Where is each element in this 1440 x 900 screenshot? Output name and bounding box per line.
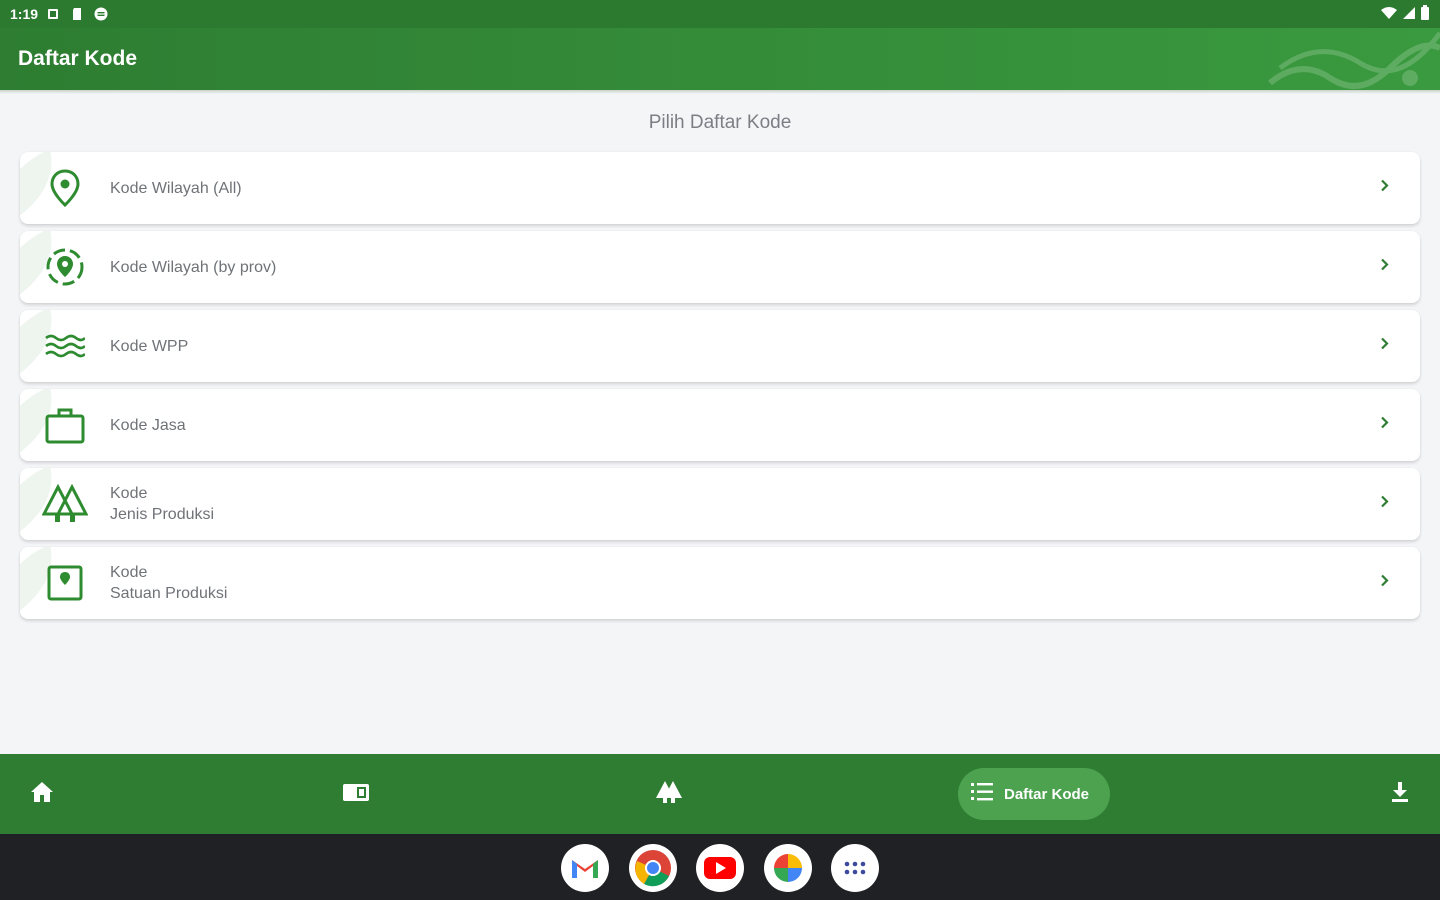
photos-icon[interactable] xyxy=(764,844,812,892)
app-drawer-icon[interactable] xyxy=(831,844,879,892)
chrome-icon[interactable] xyxy=(629,844,677,892)
chevron-right-icon xyxy=(1380,337,1390,356)
nav-forest[interactable] xyxy=(639,754,699,834)
nav-home[interactable] xyxy=(12,754,72,834)
list-item-label: Kode Jasa xyxy=(110,416,186,434)
unit-box-icon xyxy=(20,565,110,601)
map-icon xyxy=(342,781,370,808)
sd-card-icon xyxy=(70,7,84,21)
gmail-icon[interactable] xyxy=(561,844,609,892)
wifi-icon xyxy=(1380,6,1398,23)
vpn-icon xyxy=(94,7,108,21)
app-bar-shadow xyxy=(0,90,1440,94)
status-time: 1:19 xyxy=(10,6,39,22)
list-item-kode-wilayah-all[interactable]: Kode Wilayah (All) xyxy=(20,152,1420,224)
location-search-icon xyxy=(20,247,110,287)
signal-icon xyxy=(1402,6,1416,23)
youtube-icon[interactable] xyxy=(696,844,744,892)
nav-daftar-kode-label: Daftar Kode xyxy=(1004,785,1090,803)
bottom-navigation: Daftar Kode xyxy=(0,754,1440,834)
section-title: Pilih Daftar Kode xyxy=(648,112,792,133)
list-item-label: Kode Wilayah (by prov) xyxy=(110,258,277,276)
nav-download[interactable] xyxy=(1370,754,1430,834)
list-item-kode-jenis-produksi[interactable]: Kode Jenis Produksi xyxy=(20,468,1420,540)
list-item-kode-wilayah-prov[interactable]: Kode Wilayah (by prov) xyxy=(20,231,1420,303)
chevron-right-icon xyxy=(1380,258,1390,277)
header-pattern-decoration xyxy=(1268,31,1440,89)
nav-map[interactable] xyxy=(326,754,386,834)
list-item-kode-jasa[interactable]: Kode Jasa xyxy=(20,389,1420,461)
chevron-right-icon xyxy=(1380,416,1390,435)
status-bar: 1:19 xyxy=(0,0,1440,28)
forest-icon xyxy=(20,484,110,524)
home-icon xyxy=(30,781,54,808)
list-item-label: Kode WPP xyxy=(110,337,189,355)
page-title: Daftar Kode xyxy=(18,47,138,70)
nav-daftar-kode[interactable]: Daftar Kode xyxy=(958,768,1110,820)
list-icon xyxy=(970,781,994,808)
list-item-kode-satuan-produksi[interactable]: Kode Satuan Produksi xyxy=(20,547,1420,619)
app-bar: Daftar Kode xyxy=(0,28,1440,90)
waves-icon xyxy=(20,334,110,358)
code-list: Kode Wilayah (All) Kode Wilayah (by prov… xyxy=(20,152,1420,626)
chevron-right-icon xyxy=(1380,495,1390,514)
list-item-kode-wpp[interactable]: Kode WPP xyxy=(20,310,1420,382)
taskbar xyxy=(0,834,1440,900)
chevron-right-icon xyxy=(1380,179,1390,198)
list-item-label: Kode Jenis Produksi xyxy=(110,485,215,523)
notification-icon xyxy=(46,7,60,21)
battery-icon xyxy=(1420,4,1430,24)
location-pin-icon xyxy=(20,169,110,207)
list-item-label: Kode Satuan Produksi xyxy=(110,564,228,602)
briefcase-icon xyxy=(20,406,110,444)
download-icon xyxy=(1390,781,1410,808)
list-item-label: Kode Wilayah (All) xyxy=(110,179,242,197)
forest-icon xyxy=(654,780,684,809)
chevron-right-icon xyxy=(1380,574,1390,593)
